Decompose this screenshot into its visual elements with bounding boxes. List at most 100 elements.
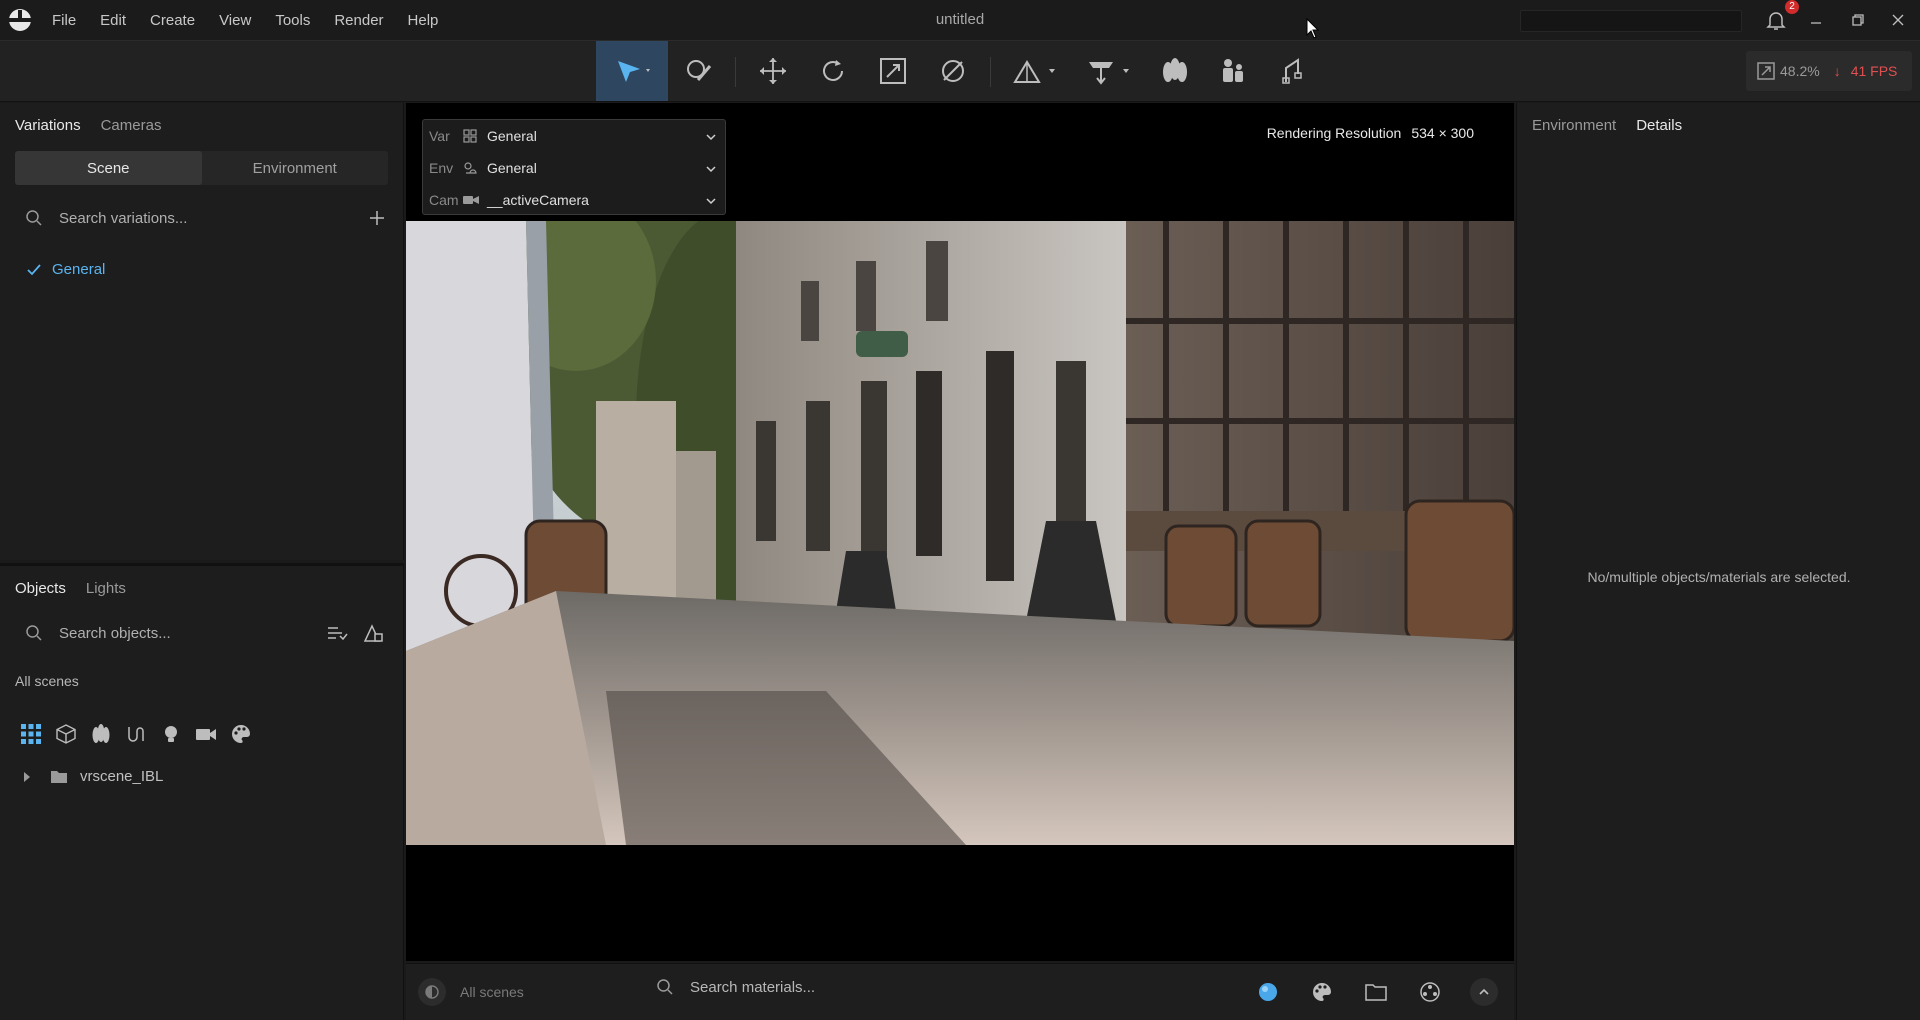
render-viewport[interactable]: Var General Env General Cam __activeCame… [406, 103, 1514, 961]
camera-selector[interactable]: Cam __activeCamera [423, 184, 725, 216]
rendering-resolution-label: Rendering Resolution [1266, 125, 1402, 141]
menu-tools[interactable]: Tools [263, 12, 322, 29]
tree-row-label: vrscene_IBL [80, 768, 164, 785]
chevron-down-icon [705, 162, 717, 178]
add-variation-icon[interactable] [368, 209, 386, 227]
light-bulb-icon[interactable] [160, 722, 195, 746]
asset-library-icon[interactable] [1416, 978, 1444, 1006]
tab-variations[interactable]: Variations [15, 117, 81, 134]
camera-icon [463, 194, 487, 206]
variations-search-row [15, 201, 388, 235]
camera-selector-value: __activeCamera [487, 192, 589, 208]
material-palette-icon[interactable] [230, 722, 265, 746]
main-toolbar: 48.2% ↓ 41 FPS [0, 40, 1920, 102]
search-icon [657, 979, 673, 995]
close-icon[interactable] [1886, 8, 1910, 32]
place-tool-button[interactable] [1080, 41, 1140, 101]
rendered-street-scene [406, 221, 1514, 845]
tab-environment[interactable]: Environment [1532, 117, 1616, 134]
scatter-people-button[interactable] [1210, 41, 1256, 101]
paint-select-tool-button[interactable] [676, 41, 722, 101]
search-icon [25, 209, 43, 227]
menu-view[interactable]: View [207, 12, 263, 29]
asset-bar: All scenes Search materials... [406, 963, 1514, 1020]
snap-tool-button[interactable] [1006, 41, 1066, 101]
variation-item-label: General [52, 261, 106, 278]
tab-objects[interactable]: Objects [15, 580, 66, 597]
scale-tool-button[interactable] [870, 41, 916, 101]
fps-down-arrow-icon: ↓ [1833, 63, 1841, 79]
variations-tabs: Variations Cameras [0, 103, 403, 147]
tab-lights[interactable]: Lights [86, 580, 126, 597]
variations-panel: Variations Cameras Scene Environment Gen… [0, 103, 404, 560]
materials-search[interactable]: Search materials... [656, 978, 815, 996]
geometry-cube-icon[interactable] [55, 722, 90, 746]
environment-sun-icon [463, 161, 487, 175]
chevron-down-icon [705, 194, 717, 210]
select-tool-button[interactable] [596, 41, 668, 101]
palette-icon[interactable] [1308, 978, 1336, 1006]
variation-scope-toggle: Scene Environment [15, 151, 388, 185]
checkmark-icon [26, 262, 42, 278]
spline-icon[interactable] [125, 722, 160, 746]
all-scenes-label: All scenes [15, 673, 79, 689]
materials-search-placeholder: Search materials... [690, 978, 816, 996]
scene-selectors: Var General Env General Cam __activeCame… [422, 119, 726, 215]
menu-render[interactable]: Render [322, 12, 395, 29]
menu-create[interactable]: Create [138, 12, 207, 29]
chevron-up-icon[interactable] [1470, 978, 1498, 1006]
rendering-resolution-value: 534 × 300 [1411, 125, 1474, 141]
environment-selector-value: General [487, 160, 537, 176]
title-bar: File Edit Create View Tools Render Help … [0, 0, 1920, 40]
filter-list-icon[interactable] [326, 623, 348, 643]
fps-value: 41 FPS [1850, 63, 1898, 79]
scope-environment-button[interactable]: Environment [202, 151, 389, 185]
variation-item[interactable]: General [26, 261, 105, 278]
path-tool-button[interactable] [1270, 41, 1316, 101]
variations-search-input[interactable] [59, 209, 339, 227]
vegetation-icon[interactable] [90, 722, 125, 746]
notification-badge: 2 [1785, 0, 1799, 14]
tab-details[interactable]: Details [1636, 117, 1682, 134]
menu-help[interactable]: Help [396, 12, 451, 29]
variation-grid-icon [463, 129, 487, 143]
all-types-grid-icon[interactable] [20, 722, 55, 746]
rotate-tool-button[interactable] [810, 41, 856, 101]
shapes-filter-icon[interactable] [362, 623, 384, 643]
fit-zoom-icon [1756, 61, 1776, 81]
tab-cameras[interactable]: Cameras [101, 117, 162, 134]
objects-tabs: Objects Lights [0, 566, 403, 610]
objects-search-input[interactable] [59, 624, 339, 642]
performance-readout[interactable]: 48.2% ↓ 41 FPS [1746, 51, 1912, 91]
tree-row[interactable]: vrscene_IBL [22, 768, 163, 785]
material-sphere-icon[interactable] [1254, 978, 1282, 1006]
folder-icon[interactable] [1362, 978, 1390, 1006]
objects-panel: Objects Lights All scenes [0, 563, 404, 1020]
scene-filter-icon [418, 978, 446, 1006]
zoom-level: 48.2% [1780, 63, 1820, 79]
variation-selector[interactable]: Var General [423, 120, 725, 152]
notification-bell-icon[interactable] [1764, 8, 1788, 32]
scope-scene-button[interactable]: Scene [15, 151, 202, 185]
app-logo-icon[interactable] [0, 0, 40, 40]
scene-filter-label: All scenes [460, 984, 524, 1000]
folder-icon [50, 769, 68, 785]
camera-icon[interactable] [195, 722, 230, 746]
restore-icon[interactable] [1846, 8, 1870, 32]
menu-edit[interactable]: Edit [88, 12, 138, 29]
chevron-down-icon [705, 130, 717, 146]
variation-selector-key: Var [429, 128, 450, 144]
move-tool-button[interactable] [750, 41, 796, 101]
scene-filter[interactable]: All scenes [418, 978, 524, 1006]
rendering-resolution: Rendering Resolution 534 × 300 [1267, 125, 1474, 141]
measure-tool-button[interactable] [930, 41, 976, 101]
environment-selector[interactable]: Env General [423, 152, 725, 184]
scatter-vegetation-button[interactable] [1152, 41, 1198, 101]
search-icon [25, 624, 43, 642]
expand-arrow-icon[interactable] [22, 771, 32, 783]
minimize-icon[interactable] [1804, 8, 1828, 32]
empty-selection-message: No/multiple objects/materials are select… [1587, 569, 1851, 585]
menu-file[interactable]: File [40, 12, 88, 29]
object-type-filters [20, 722, 265, 746]
title-search-field[interactable] [1520, 10, 1742, 32]
